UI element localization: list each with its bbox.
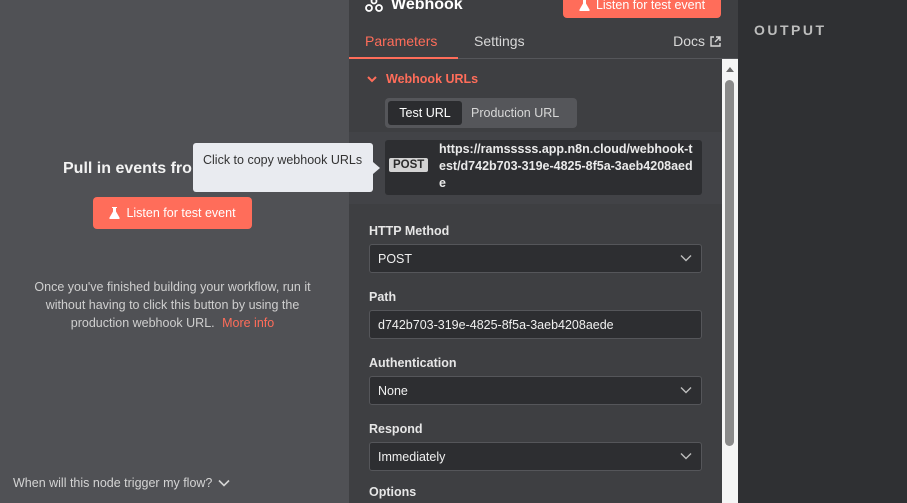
tab-settings[interactable]: Settings xyxy=(474,33,525,49)
copy-url-tooltip: Click to copy webhook URLs xyxy=(193,143,373,192)
external-link-icon xyxy=(710,35,721,47)
flask-icon xyxy=(109,207,121,219)
http-method-select[interactable]: POST xyxy=(369,244,702,273)
webhook-urls-toggle[interactable]: Webhook URLs xyxy=(367,72,478,86)
http-method-label: HTTP Method xyxy=(369,224,450,238)
url-type-switch: Test URL Production URL xyxy=(385,98,577,128)
parameters-panel: Webhook Listen for test event Parameters… xyxy=(349,0,738,503)
tooltip-arrow xyxy=(373,162,380,174)
production-url-tab[interactable]: Production URL xyxy=(471,101,559,125)
path-value: d742b703-319e-4825-8f5a-3aeb4208aede xyxy=(378,317,614,332)
trigger-help-toggle[interactable]: When will this node trigger my flow? xyxy=(13,476,230,490)
output-title: OUTPUT xyxy=(754,22,827,38)
chevron-down-icon xyxy=(218,479,230,487)
path-label: Path xyxy=(369,290,397,304)
chevron-down-icon xyxy=(680,453,692,460)
flask-icon xyxy=(579,0,590,11)
more-info-link[interactable]: More info xyxy=(222,316,274,330)
input-panel-title: Pull in events fro xyxy=(63,160,192,177)
input-panel: Pull in events fro Listen for test event… xyxy=(0,0,349,503)
trigger-help-text: When will this node trigger my flow? xyxy=(13,476,213,490)
chevron-down-icon xyxy=(367,75,377,82)
docs-link[interactable]: Docs xyxy=(673,33,721,49)
node-tabs: Parameters Settings Docs xyxy=(349,24,738,59)
node-listen-button[interactable]: Listen for test event xyxy=(563,0,721,18)
respond-label: Respond xyxy=(369,422,423,436)
tab-parameters[interactable]: Parameters xyxy=(365,33,437,49)
listen-for-test-event-button[interactable]: Listen for test event xyxy=(93,197,252,229)
active-tab-indicator xyxy=(349,57,458,59)
test-url-tab[interactable]: Test URL xyxy=(388,101,462,125)
node-title: Webhook xyxy=(391,0,463,13)
respond-value: Immediately xyxy=(378,449,446,464)
node-header: Webhook xyxy=(365,0,463,14)
chevron-down-icon xyxy=(680,387,692,394)
input-panel-description: Once you've finished building your workf… xyxy=(20,278,325,332)
webhook-url-copy-box[interactable]: POST https://ramsssss.app.n8n.cloud/webh… xyxy=(385,140,702,195)
scrollbar-thumb[interactable] xyxy=(725,80,734,446)
respond-select[interactable]: Immediately xyxy=(369,442,702,471)
authentication-value: None xyxy=(378,383,408,398)
authentication-label: Authentication xyxy=(369,356,457,370)
authentication-select[interactable]: None xyxy=(369,376,702,405)
webhook-url-text: https://ramsssss.app.n8n.cloud/webhook-t… xyxy=(439,142,693,190)
webhook-icon xyxy=(365,0,383,12)
output-panel: OUTPUT xyxy=(738,0,907,503)
path-input[interactable]: d742b703-319e-4825-8f5a-3aeb4208aede xyxy=(369,310,702,339)
scroll-up-arrow-icon[interactable] xyxy=(726,67,734,72)
docs-label: Docs xyxy=(673,33,705,49)
http-method-value: POST xyxy=(378,251,413,266)
options-label: Options xyxy=(369,485,417,499)
listen-button-label: Listen for test event xyxy=(126,206,236,220)
chevron-down-icon xyxy=(680,255,692,262)
method-badge: POST xyxy=(389,158,429,172)
webhook-urls-heading: Webhook URLs xyxy=(386,72,479,86)
node-listen-button-label: Listen for test event xyxy=(595,0,706,12)
